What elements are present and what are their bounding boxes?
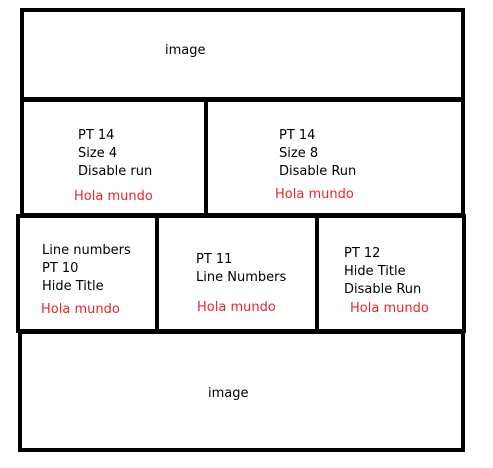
row2-left-box: Line numbers PT 10 Hide Title Hola mundo (16, 214, 159, 333)
row1-right-box: PT 14 Size 8 Disable Run Hola mundo (204, 98, 465, 217)
row2-right-sample: Hola mundo (350, 301, 429, 316)
setting-line: Line numbers (42, 243, 131, 258)
row1-left-box: PT 14 Size 4 Disable run Hola mundo (20, 98, 209, 217)
setting-line: PT 10 (42, 261, 79, 276)
row2-right-settings: PT 12 Hide Title Disable Run (344, 245, 421, 299)
setting-line: PT 11 (196, 252, 233, 267)
row2-left-sample: Hola mundo (41, 302, 120, 317)
setting-line: Hide Title (42, 279, 104, 294)
top-image-label: image (165, 43, 206, 58)
row2-left-settings: Line numbers PT 10 Hide Title (42, 242, 131, 296)
bottom-image-box: image (18, 330, 465, 452)
row1-right-settings: PT 14 Size 8 Disable Run (279, 127, 356, 181)
setting-line: Disable Run (279, 164, 357, 179)
row2-middle-settings: PT 11 Line Numbers (196, 251, 286, 287)
row2-middle-box: PT 11 Line Numbers Hola mundo (155, 214, 320, 333)
setting-line: PT 12 (344, 246, 381, 261)
row1-left-sample: Hola mundo (74, 189, 153, 204)
setting-line: Size 8 (279, 146, 319, 161)
row1-right-sample: Hola mundo (275, 187, 354, 202)
setting-line: Size 4 (78, 146, 118, 161)
setting-line: Disable run (78, 164, 153, 179)
row1-left-settings: PT 14 Size 4 Disable run (78, 127, 152, 181)
setting-line: Disable Run (344, 282, 422, 297)
row2-right-box: PT 12 Hide Title Disable Run Hola mundo (315, 214, 466, 333)
setting-line: PT 14 (78, 128, 115, 143)
setting-line: Hide Title (344, 264, 406, 279)
bottom-image-label: image (208, 386, 249, 401)
setting-line: Line Numbers (196, 270, 287, 285)
top-image-box: image (20, 8, 465, 101)
setting-line: PT 14 (279, 128, 316, 143)
row2-middle-sample: Hola mundo (197, 300, 276, 315)
